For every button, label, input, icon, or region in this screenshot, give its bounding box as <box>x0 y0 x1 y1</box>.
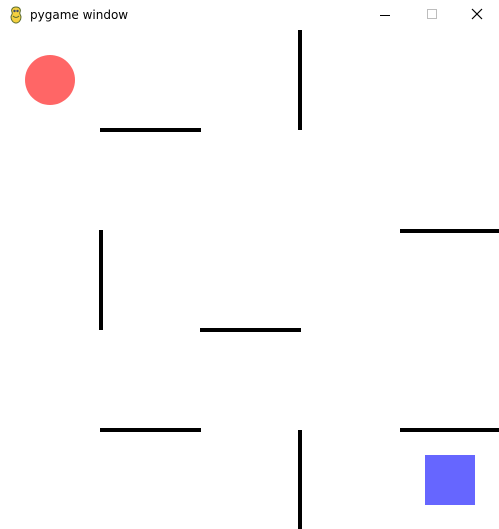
pygame-window: pygame window <box>0 0 499 529</box>
window-title: pygame window <box>30 8 129 22</box>
maze-wall <box>400 428 499 432</box>
maze-wall <box>298 30 302 130</box>
close-icon <box>471 8 483 20</box>
player-circle <box>25 55 75 105</box>
maze-wall <box>200 328 301 332</box>
maximize-button[interactable] <box>408 0 454 30</box>
maze-wall <box>99 230 103 330</box>
pygame-snake-icon <box>10 6 22 24</box>
minimize-icon <box>380 15 390 16</box>
maze-wall <box>400 229 499 233</box>
maze-wall <box>100 128 201 132</box>
goal-square <box>425 455 475 505</box>
game-canvas[interactable] <box>0 30 499 529</box>
maze-wall <box>100 428 201 432</box>
maze-wall <box>298 430 302 529</box>
maximize-icon <box>427 9 437 19</box>
close-button[interactable] <box>454 0 499 30</box>
minimize-button[interactable] <box>361 0 407 30</box>
title-bar[interactable]: pygame window <box>0 0 499 30</box>
